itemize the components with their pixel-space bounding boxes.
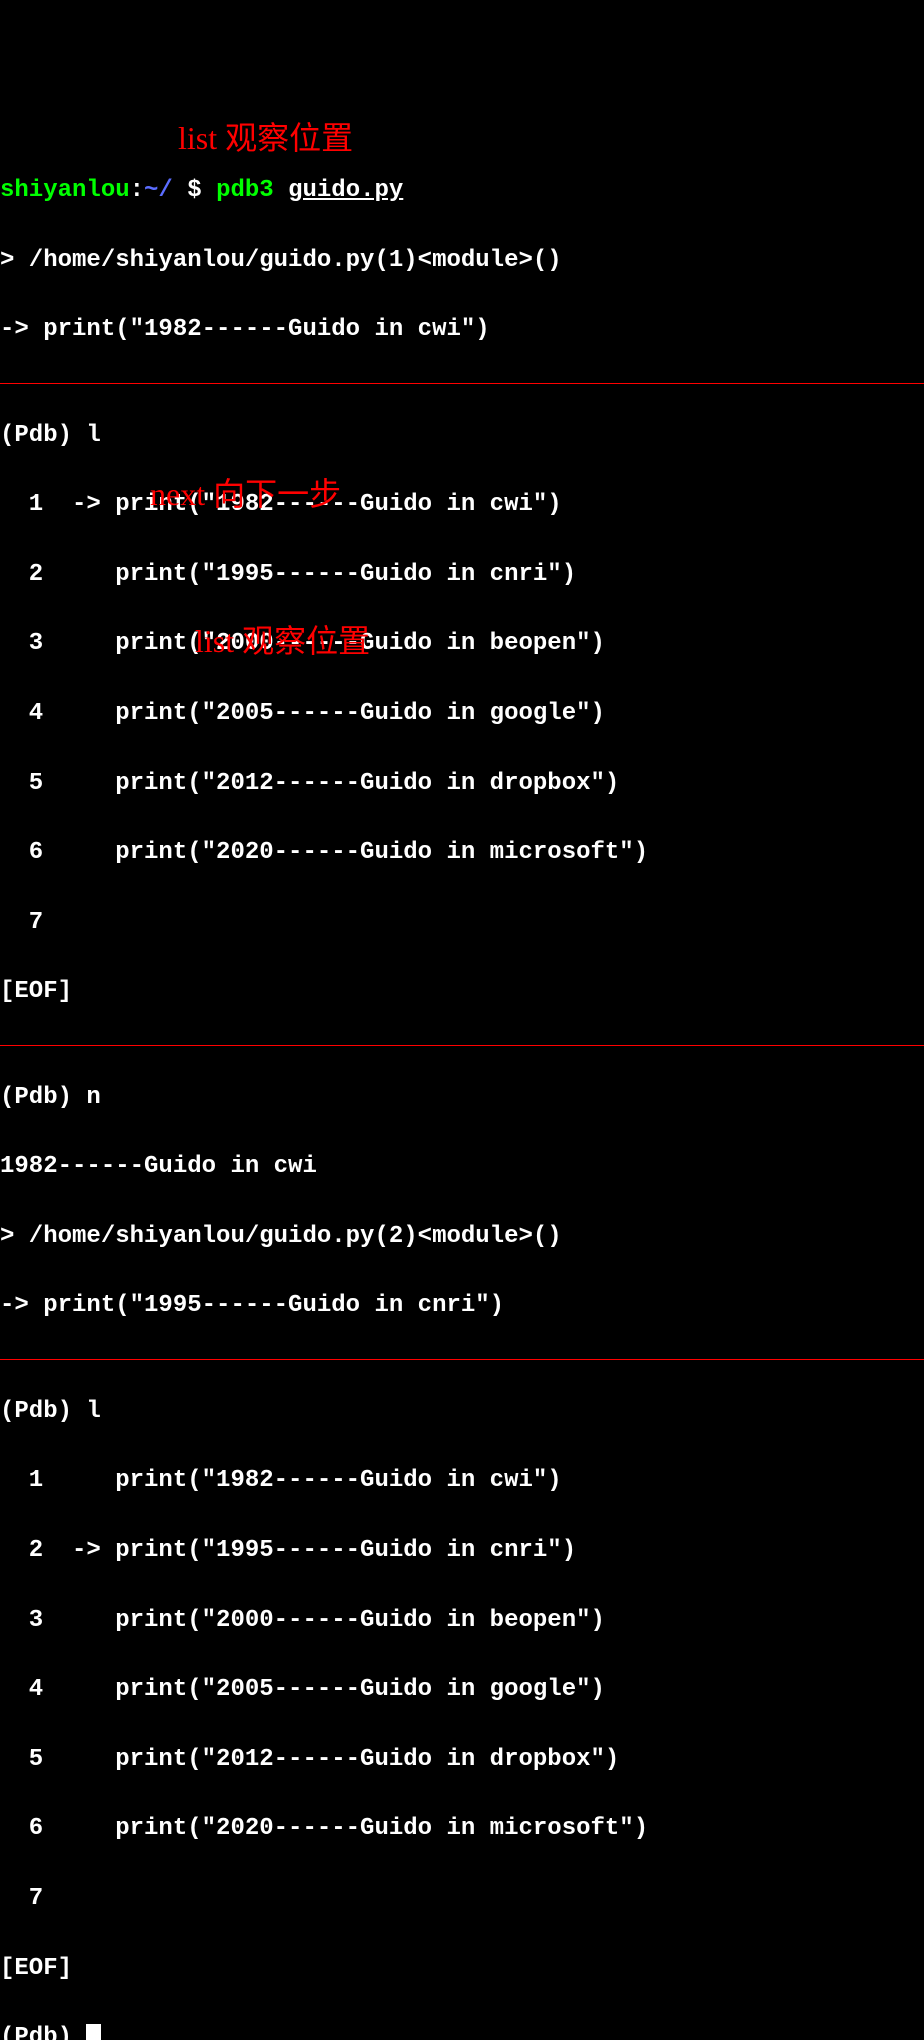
program-output: 1982------Guido in cwi [0, 1150, 924, 1185]
list-line-1-2: 2 print("1995------Guido in cnri") [0, 558, 924, 593]
filename: guido.py [288, 177, 403, 204]
terminal-output: shiyanlou:~/ $ pdb3 guido.py > /home/shi… [0, 139, 924, 2040]
cursor [86, 2024, 100, 2040]
pdb-current-line-2: -> print("1995------Guido in cnri") [0, 1289, 924, 1324]
list-line-2-2: 2 -> print("1995------Guido in cnri") [0, 1534, 924, 1569]
command: pdb3 [216, 177, 288, 204]
prompt-dollar: $ [173, 177, 216, 204]
pdb-prompt-final[interactable]: (Pdb) [0, 2021, 924, 2040]
list-line-1-6: 6 print("2020------Guido in microsoft") [0, 836, 924, 871]
list-line-1-1: 1 -> print("1982------Guido in cwi") [0, 488, 924, 523]
list-line-2-1: 1 print("1982------Guido in cwi") [0, 1464, 924, 1499]
pdb-input-list-1[interactable]: (Pdb) l [0, 419, 924, 454]
list-line-2-5: 5 print("2012------Guido in dropbox") [0, 1743, 924, 1778]
list-line-1-7: 7 [0, 906, 924, 941]
prompt-sep: : [130, 177, 144, 204]
list-line-1-5: 5 print("2012------Guido in dropbox") [0, 767, 924, 802]
separator-3 [0, 1359, 924, 1360]
pdb-input-list-2[interactable]: (Pdb) l [0, 1395, 924, 1430]
eof-2: [EOF] [0, 1952, 924, 1987]
list-line-2-3: 3 print("2000------Guido in beopen") [0, 1604, 924, 1639]
list-line-1-4: 4 print("2005------Guido in google") [0, 697, 924, 732]
separator-1 [0, 383, 924, 384]
pdb-location-2: > /home/shiyanlou/guido.py(2)<module>() [0, 1220, 924, 1255]
separator-2 [0, 1045, 924, 1046]
shell-prompt-line[interactable]: shiyanlou:~/ $ pdb3 guido.py [0, 174, 924, 209]
pdb-location-1: > /home/shiyanlou/guido.py(1)<module>() [0, 244, 924, 279]
list-line-1-3: 3 print("2000------Guido in beopen") [0, 627, 924, 662]
eof-1: [EOF] [0, 975, 924, 1010]
list-line-2-4: 4 print("2005------Guido in google") [0, 1673, 924, 1708]
prompt-user: shiyanlou [0, 177, 130, 204]
list-line-2-7: 7 [0, 1882, 924, 1917]
pdb-input-next[interactable]: (Pdb) n [0, 1081, 924, 1116]
pdb-current-line-1: -> print("1982------Guido in cwi") [0, 313, 924, 348]
prompt-path: ~/ [144, 177, 173, 204]
list-line-2-6: 6 print("2020------Guido in microsoft") [0, 1812, 924, 1847]
